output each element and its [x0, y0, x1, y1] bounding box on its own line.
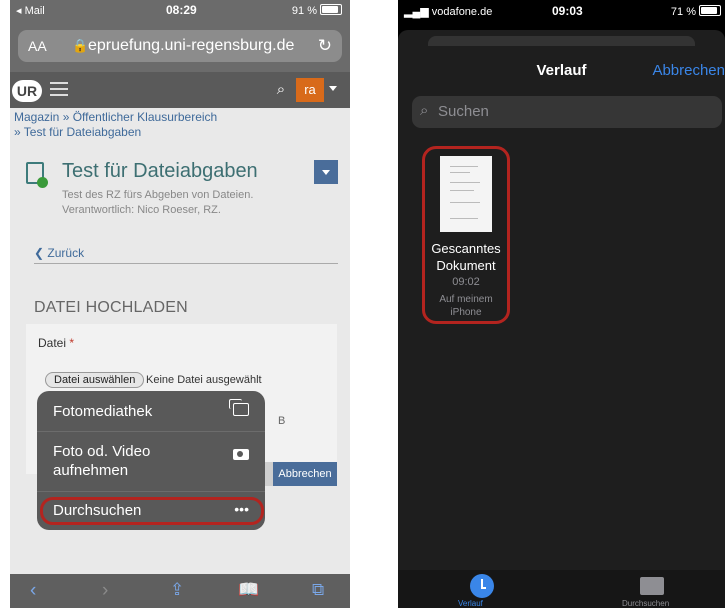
- hamburger-menu-icon[interactable]: [50, 82, 68, 96]
- tab-browse[interactable]: Durchsuchen: [622, 599, 669, 608]
- status-time: 08:29: [166, 3, 197, 17]
- sheet-stack-edge: [428, 36, 695, 46]
- address-bar: AA 🔒 epruefung.uni-regensburg.de ↻: [10, 20, 350, 72]
- battery-indicator: 91 %: [292, 4, 342, 17]
- url-field[interactable]: AA 🔒 epruefung.uni-regensburg.de ↻: [18, 30, 342, 62]
- no-file-text: Keine Datei ausgewählt: [146, 374, 262, 386]
- share-icon[interactable]: ⇪: [170, 580, 184, 600]
- lock-icon: 🔒: [72, 38, 89, 53]
- highlight-document: [422, 146, 510, 324]
- search-icon: ⌕: [420, 102, 429, 119]
- tabs-icon[interactable]: ⧉: [312, 580, 324, 600]
- cancel-button[interactable]: Abbrechen: [652, 62, 725, 79]
- battery-indicator: 71 %: [671, 5, 721, 18]
- status-bar: ◂ Mail 08:29 91 %: [10, 0, 350, 20]
- chevron-down-icon[interactable]: [329, 86, 337, 91]
- forward-icon[interactable]: ›: [102, 580, 108, 602]
- reader-options-button[interactable]: AA: [28, 38, 47, 54]
- menu-item-take-photo[interactable]: Foto od. Video aufnehmen: [37, 431, 265, 492]
- folder-icon[interactable]: [640, 577, 664, 595]
- university-logo[interactable]: UR: [12, 80, 42, 102]
- files-picker-screenshot: ▂▄▆ vodafone.de 09:03 71 % Verlauf Abbre…: [398, 0, 725, 608]
- menu-item-photo-library[interactable]: Fotomediathek: [37, 391, 265, 432]
- choose-file-button[interactable]: Datei auswählen: [45, 372, 145, 388]
- site-navbar: UR ⌕ ra: [10, 72, 350, 108]
- upload-button-edge[interactable]: [265, 462, 273, 486]
- camera-icon: [233, 449, 249, 460]
- tab-recent[interactable]: Verlauf: [458, 599, 483, 608]
- tab-bar: Verlauf Durchsuchen: [398, 570, 725, 608]
- size-suffix: B: [278, 415, 286, 427]
- page-title: Test für Dateiabgaben: [62, 160, 258, 182]
- search-input[interactable]: ⌕ Suchen: [412, 96, 722, 128]
- actions-dropdown-button[interactable]: [314, 160, 338, 184]
- course-description: Test des RZ fürs Abgeben von Dateien. Ve…: [62, 189, 254, 216]
- bookmarks-icon[interactable]: 📖: [238, 580, 259, 600]
- section-heading: DATEI HOCHLADEN: [34, 299, 188, 316]
- highlight-browse: [40, 497, 264, 525]
- breadcrumb-line-1[interactable]: Magazin » Öffentlicher Klausurbereich: [14, 110, 217, 125]
- photos-icon: [229, 399, 249, 416]
- status-bar: ▂▄▆ vodafone.de 09:03 71 %: [398, 0, 725, 22]
- back-icon[interactable]: ‹: [30, 580, 36, 602]
- user-avatar[interactable]: ra: [296, 78, 324, 102]
- search-icon[interactable]: ⌕: [268, 78, 294, 102]
- divider: [34, 263, 338, 264]
- breadcrumb: Magazin » Öffentlicher Klausurbereich » …: [14, 110, 217, 140]
- back-to-mail[interactable]: ◂ Mail: [16, 4, 45, 17]
- reload-icon[interactable]: ↻: [318, 36, 332, 56]
- safari-toolbar: ‹ › ⇪ 📖 ⧉: [10, 574, 350, 608]
- carrier: ▂▄▆ vodafone.de: [404, 6, 493, 18]
- search-placeholder: Suchen: [438, 103, 489, 120]
- file-field-label: Datei *: [38, 336, 75, 350]
- breadcrumb-line-2[interactable]: » Test für Dateiabgaben: [14, 125, 217, 140]
- clock-icon[interactable]: [470, 574, 494, 598]
- cancel-button[interactable]: Abbrechen: [273, 462, 337, 486]
- back-link[interactable]: ❮ Zurück: [34, 246, 84, 260]
- test-object-icon: [26, 162, 48, 188]
- status-time: 09:03: [552, 4, 583, 18]
- battery-icon: [699, 5, 721, 16]
- battery-icon: [320, 4, 342, 15]
- url-text: epruefung.uni-regensburg.de: [88, 37, 295, 54]
- safari-screenshot: ◂ Mail 08:29 91 % AA 🔒 epruefung.uni-reg…: [10, 0, 350, 608]
